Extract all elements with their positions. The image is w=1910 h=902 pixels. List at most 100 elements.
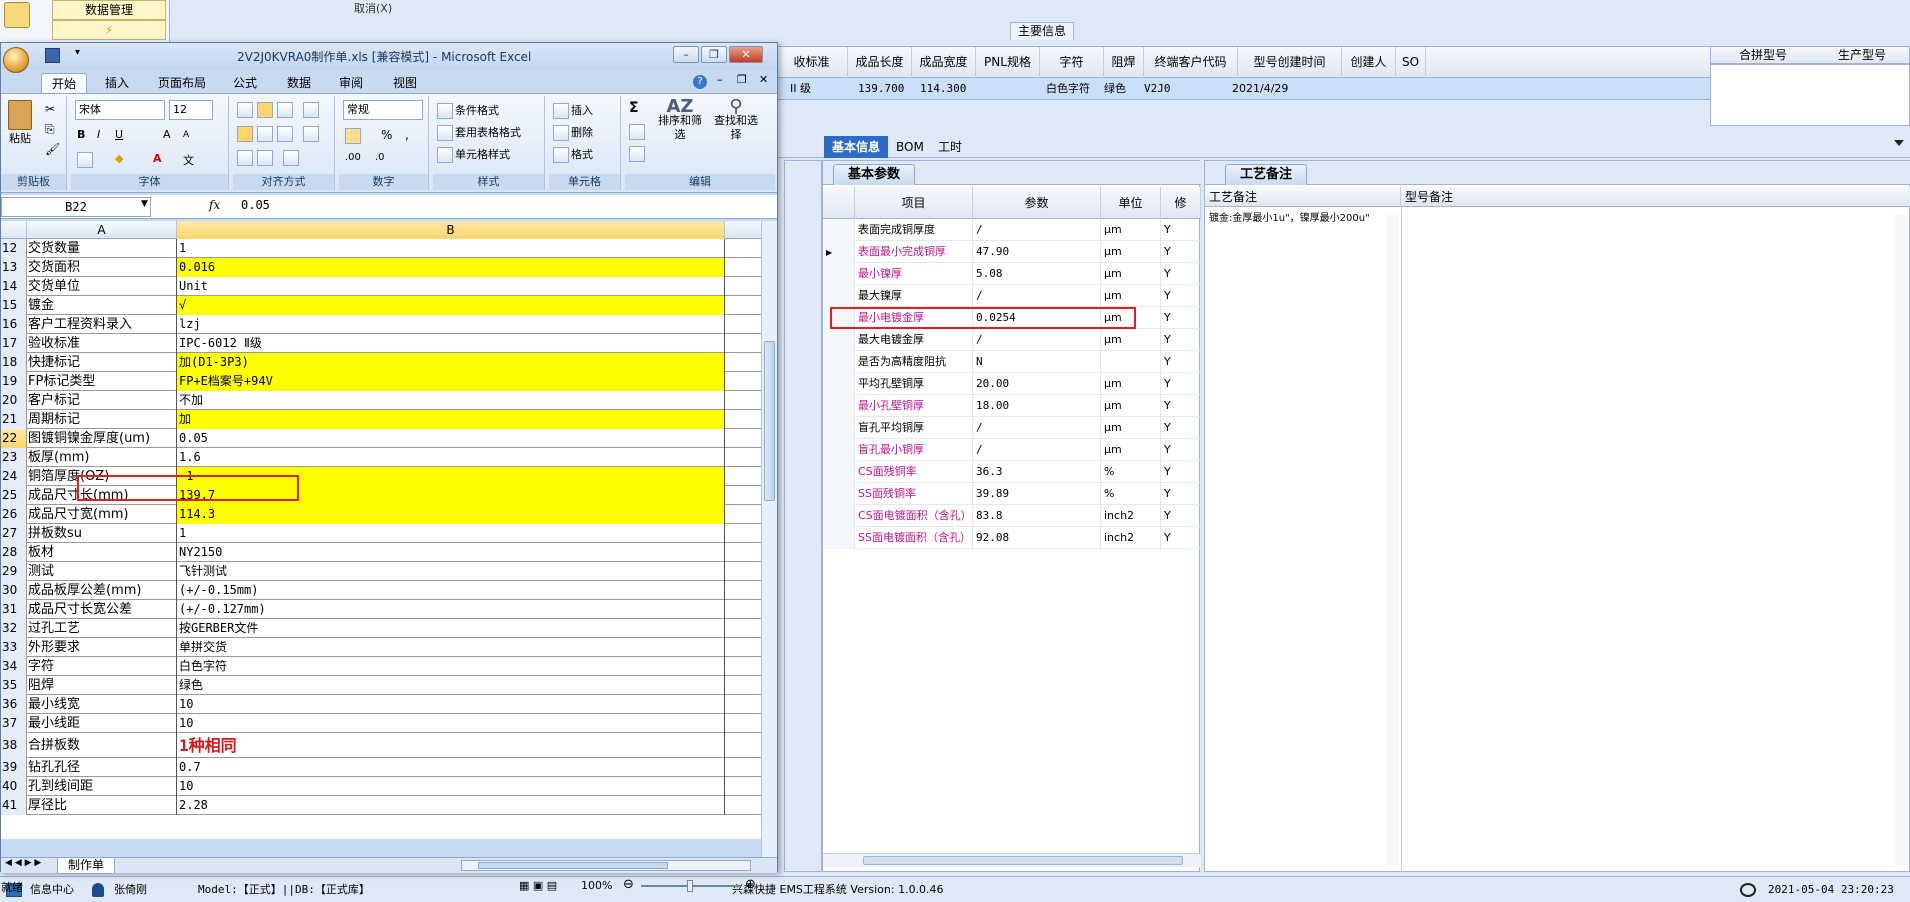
font-shrink-icon[interactable]: A	[183, 130, 189, 140]
note-header-process[interactable]: 工艺备注	[1205, 187, 1401, 207]
tab-bom[interactable]: BOM	[888, 136, 932, 158]
column-header-b[interactable]: B	[177, 221, 725, 239]
param-row[interactable]: CS面残铜率 36.3% Y	[823, 461, 1201, 483]
param-row[interactable]: 盲孔平均铜厚 / μm Y	[823, 417, 1201, 439]
italic-button[interactable]: I	[97, 128, 100, 141]
worksheet-row[interactable]: 31 成品尺寸长宽公差 (+/-0.127mm)	[1, 600, 761, 619]
param-value[interactable]: 92.08	[973, 527, 1101, 549]
restore-button[interactable]: ❐	[701, 46, 727, 63]
fx-icon[interactable]: fx	[209, 198, 220, 212]
row-number[interactable]: 17	[1, 334, 27, 353]
param-value[interactable]: 20.00	[973, 373, 1101, 395]
param-value[interactable]: /	[973, 439, 1101, 461]
worksheet-row[interactable]: 37 最小线距 10	[1, 714, 761, 733]
cell-b[interactable]: (+/-0.15mm)	[177, 581, 725, 600]
cell-b[interactable]: 1.6	[177, 448, 725, 467]
erp-grid-header-cell[interactable]: 成品长度	[848, 47, 912, 79]
cell-styles-button[interactable]: 单元格样式	[437, 146, 510, 163]
underline-button[interactable]: U	[115, 128, 123, 141]
help-icon[interactable]: ?	[693, 75, 707, 89]
cell-b[interactable]: 按GERBER文件	[177, 619, 725, 638]
cell-a[interactable]: 最小线宽	[27, 695, 177, 714]
param-row[interactable]: ▶ 表面最小完成铜厚 47.90 μm Y	[823, 241, 1201, 263]
erp-right-header-cell[interactable]: 合拼型号	[1711, 47, 1815, 65]
row-number[interactable]: 29	[1, 562, 27, 581]
ribbon-tab-data[interactable]: 数据	[279, 73, 319, 93]
row-number[interactable]: 35	[1, 676, 27, 695]
param-header-value[interactable]: 参数	[973, 187, 1101, 219]
cell-b[interactable]: lzj	[177, 315, 725, 334]
param-row[interactable]: 表面完成铜厚度 / μm Y	[823, 219, 1201, 241]
erp-nav-data-management[interactable]: 数据管理	[52, 0, 166, 20]
worksheet-row[interactable]: 35 阻焊 绿色	[1, 676, 761, 695]
cell-a[interactable]: 合拼板数	[27, 733, 177, 758]
tab-basic-params[interactable]: 基本参数	[833, 164, 916, 185]
worksheet-grid[interactable]: 12 交货数量 1 13 交货面积 0.016 14 交货单位 Unit 15 镀金 √ 16 客户工程资…	[1, 239, 761, 839]
row-number[interactable]: 20	[1, 391, 27, 410]
cell-a[interactable]: 过孔工艺	[27, 619, 177, 638]
row-number[interactable]: 18	[1, 353, 27, 372]
cell-a[interactable]: 厚径比	[27, 796, 177, 815]
erp-grid-header-cell[interactable]: PNL规格	[976, 47, 1040, 79]
chevron-down-icon[interactable]: ▾	[75, 47, 80, 58]
row-number[interactable]: 19	[1, 372, 27, 391]
tab-process-notes[interactable]: 工艺备注	[1225, 164, 1308, 185]
worksheet-row[interactable]: 34 字符 白色字符	[1, 657, 761, 676]
cell-b[interactable]: 1	[177, 239, 725, 258]
cell-a[interactable]: 交货数量	[27, 239, 177, 258]
worksheet-row[interactable]: 13 交货面积 0.016	[1, 258, 761, 277]
erp-grid-header-cell[interactable]: 字符	[1040, 47, 1104, 79]
row-number[interactable]: 31	[1, 600, 27, 619]
param-row[interactable]: SS面电镀面积（含孔） 92.08 inch2 Y	[823, 527, 1201, 549]
cell-a[interactable]: 板材	[27, 543, 177, 562]
clear-icon[interactable]	[629, 146, 647, 162]
zoom-slider[interactable]	[641, 880, 741, 892]
cell-b[interactable]: 2.28	[177, 796, 725, 815]
param-horizontal-scrollbar[interactable]	[823, 853, 1201, 867]
param-row[interactable]: 最大电镀金厚 / μm Y	[823, 329, 1201, 351]
cell-b[interactable]: 不加	[177, 391, 725, 410]
ribbon-restore-icon[interactable]: ❐	[737, 73, 747, 86]
worksheet-row[interactable]: 21 周期标记加	[1, 410, 761, 429]
sheet-tab[interactable]: 制作单	[57, 858, 115, 874]
cell-b[interactable]: 1种相同	[177, 733, 725, 758]
param-value[interactable]: /	[973, 285, 1101, 307]
cell-a[interactable]: 拼板数su	[27, 524, 177, 543]
row-number[interactable]: 24	[1, 467, 27, 486]
worksheet-row[interactable]: 12 交货数量 1	[1, 239, 761, 258]
wrap-text-icon[interactable]	[303, 102, 321, 118]
param-row[interactable]: 最小孔壁铜厚 18.00 μm Y	[823, 395, 1201, 417]
worksheet-row[interactable]: 41 厚径比 2.28	[1, 796, 761, 815]
param-row[interactable]: 是否为高精度阻抗 N Y	[823, 351, 1201, 373]
row-number[interactable]: 21	[1, 410, 27, 429]
scrollbar-thumb[interactable]	[863, 856, 1183, 865]
conditional-format-button[interactable]: 条件格式	[437, 102, 499, 119]
row-number[interactable]: 12	[1, 239, 27, 258]
cell-a[interactable]: 客户工程资料录入	[27, 315, 177, 334]
ribbon-close-icon[interactable]: ✕	[759, 73, 768, 86]
worksheet-row[interactable]: 23 板厚(mm) 1.6	[1, 448, 761, 467]
worksheet-vertical-scrollbar[interactable]	[761, 221, 777, 857]
worksheet-row[interactable]: 40 孔到线间距 10	[1, 777, 761, 796]
erp-main-info-tab[interactable]: 主要信息	[1010, 22, 1074, 40]
cell-a[interactable]: 成品板厚公差(mm)	[27, 581, 177, 600]
minimize-button[interactable]: –	[673, 46, 699, 63]
param-row[interactable]: 盲孔最小铜厚 / μm Y	[823, 439, 1201, 461]
cell-b[interactable]: IPC-6012 Ⅱ级	[177, 334, 725, 353]
tab-basic-info[interactable]: 基本信息	[824, 136, 889, 158]
zoom-in-icon[interactable]: ⊕	[745, 877, 756, 892]
find-select-button[interactable]: ⚲ 查找和选择	[711, 98, 761, 142]
ribbon-tab-insert[interactable]: 插入	[97, 73, 137, 93]
ribbon-tab-page-layout[interactable]: 页面布局	[149, 73, 215, 93]
zoom-out-icon[interactable]: ⊖	[623, 877, 634, 892]
param-header-unit[interactable]: 单位	[1101, 187, 1161, 219]
view-buttons-icon[interactable]: ▦ ▣ ▤	[519, 879, 557, 892]
erp-grid-header-cell[interactable]: 终端客户代码	[1144, 47, 1238, 79]
cell-a[interactable]: 成品尺寸宽(mm)	[27, 505, 177, 524]
cell-a[interactable]: 钻孔孔径	[27, 758, 177, 777]
worksheet-row[interactable]: 29 测试 飞针测试	[1, 562, 761, 581]
fill-color-icon[interactable]: ◆	[115, 152, 123, 165]
param-row[interactable]: 平均孔壁铜厚 20.00 μm Y	[823, 373, 1201, 395]
worksheet-row[interactable]: 17 验收标准 IPC-6012 Ⅱ级	[1, 334, 761, 353]
row-number[interactable]: 40	[1, 777, 27, 796]
